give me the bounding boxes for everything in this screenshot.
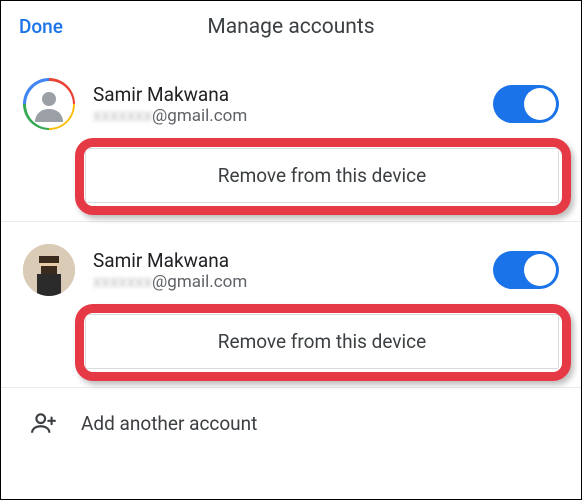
- account-row: Samir Makwana xxxxxxx@gmail.com: [23, 244, 559, 296]
- account-item: Samir Makwana xxxxxxx@gmail.com Remove f…: [1, 222, 581, 388]
- remove-from-device-button[interactable]: Remove from this device: [85, 148, 559, 203]
- remove-button-wrap: Remove from this device: [85, 148, 559, 203]
- account-toggle[interactable]: [493, 85, 559, 123]
- account-name: Samir Makwana: [93, 83, 475, 106]
- add-another-account-button[interactable]: Add another account: [1, 388, 581, 446]
- account-name: Samir Makwana: [93, 249, 475, 272]
- user-silhouette-icon: [29, 84, 69, 124]
- page-title: Manage accounts: [207, 15, 374, 39]
- account-info: Samir Makwana xxxxxxx@gmail.com: [93, 83, 475, 126]
- account-row: Samir Makwana xxxxxxx@gmail.com: [23, 78, 559, 130]
- remove-button-wrap: Remove from this device: [85, 314, 559, 369]
- account-email: xxxxxxx@gmail.com: [93, 272, 475, 292]
- header: Done Manage accounts: [1, 1, 581, 56]
- avatar: [23, 78, 75, 130]
- done-button[interactable]: Done: [19, 15, 63, 38]
- person-add-icon: [31, 410, 57, 436]
- add-another-label: Add another account: [81, 412, 257, 435]
- user-photo-icon: [23, 244, 75, 296]
- account-email: xxxxxxx@gmail.com: [93, 106, 475, 126]
- account-info: Samir Makwana xxxxxxx@gmail.com: [93, 249, 475, 292]
- remove-from-device-button[interactable]: Remove from this device: [85, 314, 559, 369]
- account-toggle[interactable]: [493, 251, 559, 289]
- account-item: Samir Makwana xxxxxxx@gmail.com Remove f…: [1, 56, 581, 222]
- avatar: [23, 244, 75, 296]
